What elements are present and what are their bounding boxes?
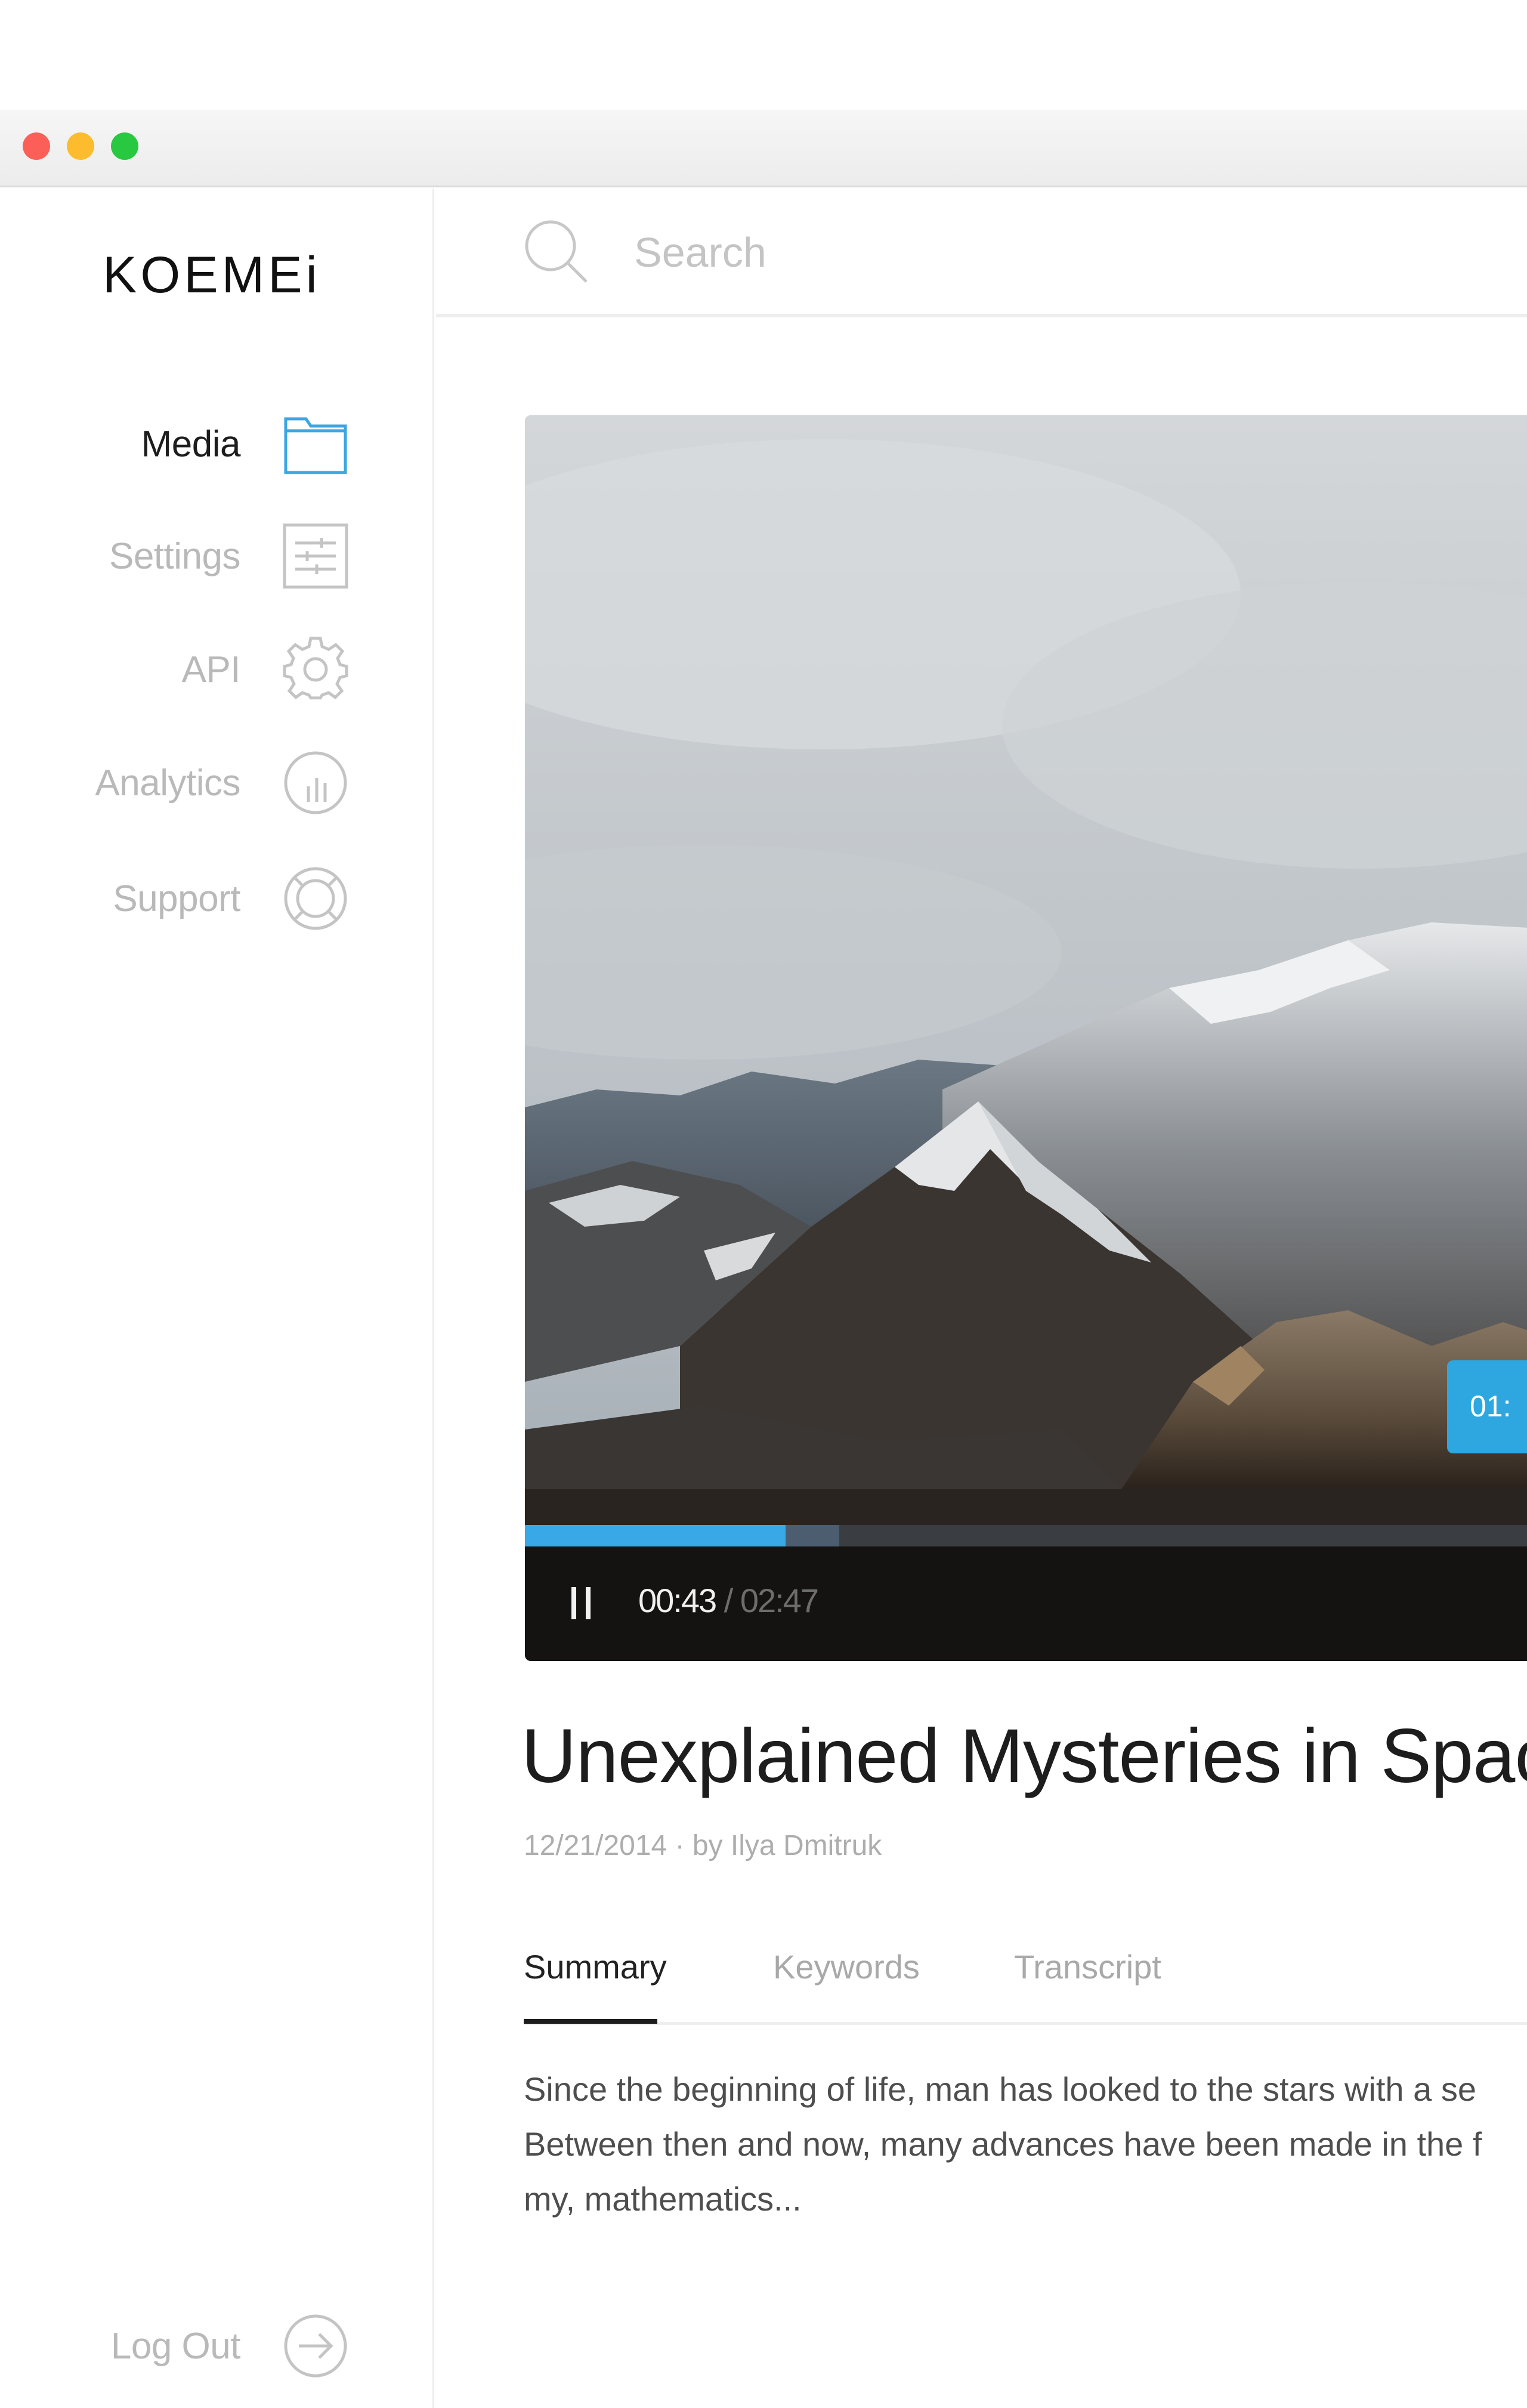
sidebar: KOEMEi Media Settings API Analytics Supp… [0, 189, 434, 2408]
player-controls: 00:43 / 02:47 [525, 1546, 1527, 1661]
sidebar-item-analytics[interactable]: Analytics [95, 749, 349, 816]
gear-icon [282, 636, 349, 703]
sliders-icon [282, 523, 349, 589]
minimize-window-button[interactable] [67, 132, 94, 160]
active-tab-indicator [524, 2019, 657, 2024]
summary-line: Between then and now, many advances have… [524, 2125, 1482, 2163]
window-titlebar [0, 110, 1527, 187]
search-bar [436, 189, 1527, 317]
current-time: 00:43 [638, 1582, 717, 1619]
detail-tabs: Summary Keywords Transcript [524, 1930, 1527, 2025]
bar-chart-icon [282, 749, 349, 816]
search-icon[interactable] [523, 218, 590, 285]
logout-button[interactable]: Log Out [111, 2313, 349, 2379]
close-window-button[interactable] [23, 132, 50, 160]
sidebar-item-support[interactable]: Support [113, 865, 349, 932]
pause-icon [571, 1587, 576, 1619]
sidebar-item-label: Support [113, 878, 240, 919]
video-player[interactable]: 01: 00:43 / 02:47 [525, 415, 1527, 1661]
summary-text: Since the beginning of life, man has loo… [524, 2062, 1527, 2227]
sidebar-item-label: API [181, 649, 241, 690]
zoom-window-button[interactable] [111, 132, 138, 160]
sidebar-item-label: Analytics [95, 762, 240, 804]
tab-summary[interactable]: Summary [524, 1947, 667, 1986]
sidebar-item-label: Media [141, 423, 241, 465]
duration: 02:47 [740, 1582, 819, 1619]
tab-transcript[interactable]: Transcript [1014, 1947, 1161, 1986]
lifebuoy-icon [282, 865, 349, 932]
tab-keywords[interactable]: Keywords [773, 1947, 920, 1986]
logout-label: Log Out [110, 2325, 241, 2367]
video-title: Unexplained Mysteries in Space [521, 1714, 1527, 1799]
sidebar-item-label: Settings [109, 535, 241, 577]
arrow-right-circle-icon [282, 2313, 349, 2379]
sidebar-item-api[interactable]: API [182, 636, 349, 703]
hover-time-tooltip: 01: [1447, 1360, 1527, 1453]
folder-icon [282, 410, 349, 477]
summary-line: Since the beginning of life, man has loo… [524, 2070, 1476, 2108]
app-logo: KOEMEi [103, 246, 321, 304]
video-meta: 12/21/2014 · by Ilya Dmitruk [524, 1830, 882, 1861]
summary-line: my, mathematics... [524, 2180, 802, 2218]
time-separator: / [716, 1582, 740, 1619]
sidebar-item-settings[interactable]: Settings [109, 523, 349, 589]
search-input[interactable] [633, 220, 1349, 285]
progress-played [525, 1525, 786, 1546]
progress-bar[interactable] [525, 1525, 1527, 1546]
sidebar-item-media[interactable]: Media [141, 410, 349, 477]
video-frame-mountains [525, 415, 1527, 1661]
time-display: 00:43 / 02:47 [638, 1581, 819, 1620]
pause-button[interactable] [564, 1583, 600, 1622]
